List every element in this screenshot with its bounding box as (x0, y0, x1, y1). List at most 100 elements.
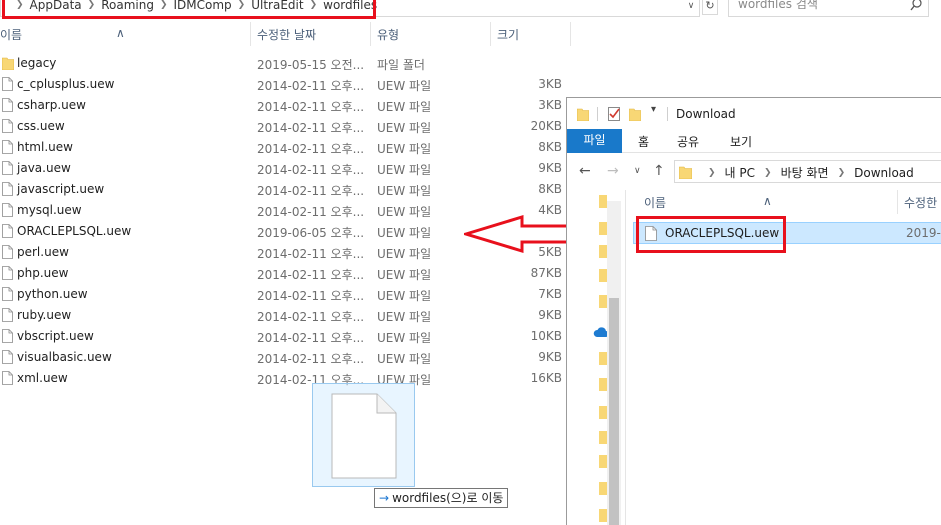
file-size: 10KB (530, 329, 562, 343)
folder-icon[interactable] (599, 221, 607, 235)
column-size[interactable]: 크기 (497, 26, 519, 43)
file-size: 20KB (530, 119, 562, 133)
list-item[interactable]: java.uew 2014-02-11 오후... UEW 파일 9KB (0, 158, 570, 179)
file-icon (2, 119, 13, 133)
file-size: 8KB (538, 182, 562, 196)
file-icon (2, 182, 13, 196)
list-item[interactable]: python.uew 2014-02-11 오후... UEW 파일 7KB (0, 284, 570, 305)
folder-icon[interactable] (599, 481, 607, 495)
file-icon (2, 245, 13, 259)
breadcrumb-item-desktop[interactable]: 바탕 화면 (781, 164, 829, 181)
breadcrumb-item-download[interactable]: Download (854, 166, 914, 180)
column-name[interactable]: 이름 (0, 26, 22, 43)
file-type: UEW 파일 (377, 100, 432, 114)
tab-share[interactable]: 공유 (677, 133, 699, 150)
folder-icon[interactable] (599, 351, 607, 365)
file-icon (2, 350, 13, 364)
list-item[interactable]: php.uew 2014-02-11 오후... UEW 파일 87KB (0, 263, 570, 284)
address-bar: ❯ AppData ❯ Roaming ❯ IDMComp ❯ UltraEdi… (0, 0, 941, 19)
folder-icon[interactable] (599, 508, 607, 522)
file-date: 2019-06-05 오후... (257, 226, 365, 240)
file-icon (2, 224, 13, 238)
file-icon (2, 371, 13, 385)
file-name: legacy (17, 56, 57, 70)
folder-icon[interactable] (599, 430, 607, 444)
list-item[interactable]: c_cplusplus.uew 2014-02-11 오후... UEW 파일 3KB (0, 74, 570, 95)
folder-icon (577, 108, 589, 121)
column-divider[interactable] (370, 22, 371, 46)
folder-icon[interactable] (599, 405, 607, 419)
file-date: 2014-02-11 오후... (257, 79, 365, 93)
file-highlight-box (636, 216, 786, 253)
file-name: ORACLEPLSQL.uew (17, 224, 132, 238)
file-icon (2, 266, 13, 280)
list-item[interactable]: css.uew 2014-02-11 오후... UEW 파일 20KB (0, 116, 570, 137)
address-dropdown-icon[interactable]: ∨ (684, 0, 698, 14)
file-date: 2014-02-11 오후... (257, 100, 365, 114)
column-divider[interactable] (897, 190, 898, 214)
file-icon (2, 98, 13, 112)
column-type[interactable]: 유형 (377, 26, 399, 43)
back-arrow-icon[interactable]: ← (579, 163, 591, 179)
file-date: 2014-02-11 오후... (257, 268, 365, 282)
list-item[interactable]: visualbasic.uew 2014-02-11 오후... UEW 파일 9KB (0, 347, 570, 368)
list-item[interactable]: ruby.uew 2014-02-11 오후... UEW 파일 9KB (0, 305, 570, 326)
breadcrumb-item-this-pc[interactable]: 내 PC (725, 164, 755, 181)
list-item[interactable]: javascript.uew 2014-02-11 오후... UEW 파일 8KB (0, 179, 570, 200)
file-size: 3KB (538, 98, 562, 112)
column-date[interactable]: 수정한 날짜 (257, 26, 316, 43)
list-item[interactable]: legacy 2019-05-15 오전... 파일 폴더 (0, 53, 570, 74)
file-name: vbscript.uew (17, 329, 94, 343)
forward-arrow-icon[interactable]: → (607, 163, 619, 179)
breadcrumb: ❯ 내 PC ❯ 바탕 화면 ❯ Download (699, 164, 914, 181)
refresh-icon[interactable]: ↻ (702, 0, 718, 15)
address-box[interactable]: ❯ 내 PC ❯ 바탕 화면 ❯ Download (674, 160, 941, 183)
file-type: UEW 파일 (377, 163, 432, 177)
file-icon (2, 203, 13, 217)
folder-icon[interactable] (599, 244, 607, 258)
file-size: 9KB (538, 161, 562, 175)
file-date: 2014-02-11 오후... (257, 310, 365, 324)
file-type: UEW 파일 (377, 268, 432, 282)
column-divider[interactable] (490, 22, 491, 46)
title-bar: ▾ Download (567, 98, 941, 129)
file-name: csharp.uew (17, 98, 86, 112)
folder-icon[interactable] (599, 377, 607, 391)
folder-icon[interactable] (599, 454, 607, 468)
file-date: 2019-05-15 오전... (257, 58, 365, 72)
file-size: 7KB (538, 287, 562, 301)
file-date: 2014-02-11 오후... (257, 205, 365, 219)
list-item[interactable]: html.uew 2014-02-11 오후... UEW 파일 8KB (0, 137, 570, 158)
list-item[interactable]: xml.uew 2014-02-11 오후... UEW 파일 16KB (0, 368, 570, 389)
folder-icon[interactable] (599, 194, 607, 208)
file-type: UEW 파일 (377, 226, 432, 240)
file-type: UEW 파일 (377, 184, 432, 198)
tab-home[interactable]: 홈 (638, 133, 649, 150)
up-arrow-icon[interactable]: ↑ (653, 163, 665, 179)
recent-dropdown-icon[interactable]: ∨ (634, 166, 641, 176)
file-name: c_cplusplus.uew (17, 77, 115, 91)
search-icon[interactable] (910, 0, 922, 12)
column-date[interactable]: 수정한 (904, 194, 937, 211)
pane-divider[interactable] (625, 190, 626, 525)
folder-icon[interactable] (599, 268, 607, 282)
window-title: Download (676, 107, 736, 121)
tab-view[interactable]: 보기 (730, 133, 752, 150)
chevron-right-icon: ❯ (764, 167, 772, 178)
search-input[interactable]: wordfiles 검색 (728, 0, 929, 17)
sort-ascending-icon: ∧ (116, 26, 125, 40)
list-item[interactable]: vbscript.uew 2014-02-11 오후... UEW 파일 10KB (0, 326, 570, 347)
file-name: php.uew (17, 266, 69, 280)
new-folder-icon[interactable] (629, 107, 641, 121)
scrollbar-thumb[interactable] (609, 298, 619, 525)
file-size: 87KB (530, 266, 562, 280)
tab-file[interactable]: 파일 (567, 129, 622, 153)
column-name[interactable]: 이름 (644, 194, 666, 211)
column-divider[interactable] (570, 22, 571, 46)
column-divider[interactable] (250, 22, 251, 46)
file-name: java.uew (17, 161, 71, 175)
list-item[interactable]: csharp.uew 2014-02-11 오후... UEW 파일 3KB (0, 95, 570, 116)
quick-access-dropdown-icon[interactable]: ▾ (651, 104, 656, 115)
properties-icon[interactable] (608, 107, 621, 121)
folder-icon[interactable] (599, 294, 607, 308)
